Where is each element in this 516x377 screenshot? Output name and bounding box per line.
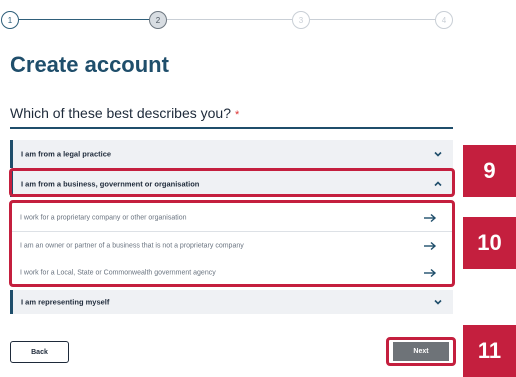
accordion-representing-myself[interactable]: I am representing myself xyxy=(10,290,453,314)
chevron-down-icon xyxy=(434,151,442,157)
step-4: 4 xyxy=(435,11,453,29)
accordion-label: I am representing myself xyxy=(21,297,110,307)
annotation-badge-10: 10 xyxy=(463,217,516,269)
stepper-line-2-3 xyxy=(167,19,292,20)
step-3: 3 xyxy=(292,11,310,29)
stepper-line-1-2 xyxy=(19,19,149,20)
required-indicator: * xyxy=(235,109,240,121)
highlight-box-options xyxy=(9,200,455,287)
accordion-legal-practice[interactable]: I am from a legal practice xyxy=(10,140,453,168)
annotation-badge-9: 9 xyxy=(463,145,516,197)
next-button[interactable]: Next xyxy=(393,342,449,361)
highlight-box-business-accordion xyxy=(9,168,455,197)
accordion-label: I am from a legal practice xyxy=(21,149,112,159)
question-heading: Which of these best describes you? * xyxy=(10,105,239,121)
back-button[interactable]: Back xyxy=(10,341,69,363)
step-2: 2 xyxy=(149,11,167,29)
annotation-badge-11: 11 xyxy=(463,325,516,377)
chevron-down-icon xyxy=(434,299,442,305)
stepper-line-3-4 xyxy=(310,19,435,20)
step-1: 1 xyxy=(1,11,19,29)
progress-stepper: 1 2 3 4 xyxy=(0,0,516,40)
question-divider xyxy=(10,127,453,129)
page-title: Create account xyxy=(10,52,169,77)
question-text: Which of these best describes you? xyxy=(10,105,232,121)
